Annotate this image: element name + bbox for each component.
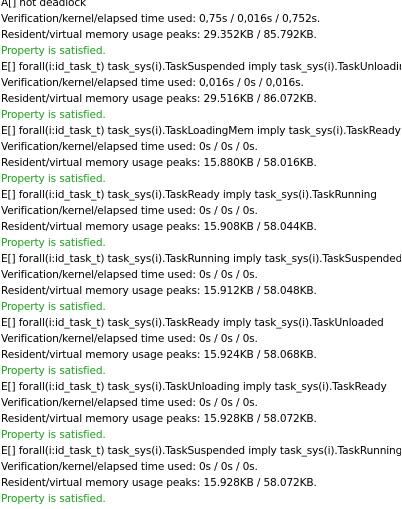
log-line: Resident/virtual memory usage peaks: 15.… <box>1 285 317 297</box>
log-line: E[] forall(i:id_task_t) task_sys(i).Task… <box>1 61 401 73</box>
property-satisfied-line: Property is satisfied. <box>1 301 106 313</box>
property-satisfied-line: Property is satisfied. <box>1 237 106 249</box>
property-satisfied-line: Property is satisfied. <box>1 365 106 377</box>
log-line: E[] forall(i:id_task_t) task_sys(i).Task… <box>1 253 401 265</box>
log-line: Resident/virtual memory usage peaks: 15.… <box>1 157 317 169</box>
log-line: E[] forall(i:id_task_t) task_sys(i).Task… <box>1 189 377 201</box>
log-line: Verification/kernel/elapsed time used: 0… <box>1 205 258 217</box>
log-line: Resident/virtual memory usage peaks: 29.… <box>1 93 317 105</box>
log-line: Resident/virtual memory usage peaks: 29.… <box>1 29 317 41</box>
log-line: Verification/kernel/elapsed time used: 0… <box>1 141 258 153</box>
log-line: Verification/kernel/elapsed time used: 0… <box>1 13 321 25</box>
log-line: Resident/virtual memory usage peaks: 15.… <box>1 221 317 233</box>
log-line: Resident/virtual memory usage peaks: 15.… <box>1 477 317 489</box>
log-line: Resident/virtual memory usage peaks: 15.… <box>1 349 317 361</box>
log-line: Verification/kernel/elapsed time used: 0… <box>1 269 258 281</box>
log-line: E[] forall(i:id_task_t) task_sys(i).Task… <box>1 381 387 393</box>
property-satisfied-line: Property is satisfied. <box>1 493 106 505</box>
log-line: Resident/virtual memory usage peaks: 15.… <box>1 413 317 425</box>
log-line: Verification/kernel/elapsed time used: 0… <box>1 461 258 473</box>
log-line: E[] forall(i:id_task_t) task_sys(i).Task… <box>1 317 384 329</box>
verification-log: A[] not deadlock Verification/kernel/elap… <box>1 0 401 507</box>
log-line: E[] forall(i:id_task_t) task_sys(i).Task… <box>1 125 401 137</box>
log-line: A[] not deadlock <box>1 0 87 9</box>
property-satisfied-line: Property is satisfied. <box>1 429 106 441</box>
log-line: E[] forall(i:id_task_t) task_sys(i).Task… <box>1 445 401 457</box>
property-satisfied-line: Property is satisfied. <box>1 45 106 57</box>
log-line: Verification/kernel/elapsed time used: 0… <box>1 77 304 89</box>
property-satisfied-line: Property is satisfied. <box>1 109 106 121</box>
log-line: Verification/kernel/elapsed time used: 0… <box>1 333 258 345</box>
log-line: Verification/kernel/elapsed time used: 0… <box>1 397 258 409</box>
property-satisfied-line: Property is satisfied. <box>1 173 106 185</box>
